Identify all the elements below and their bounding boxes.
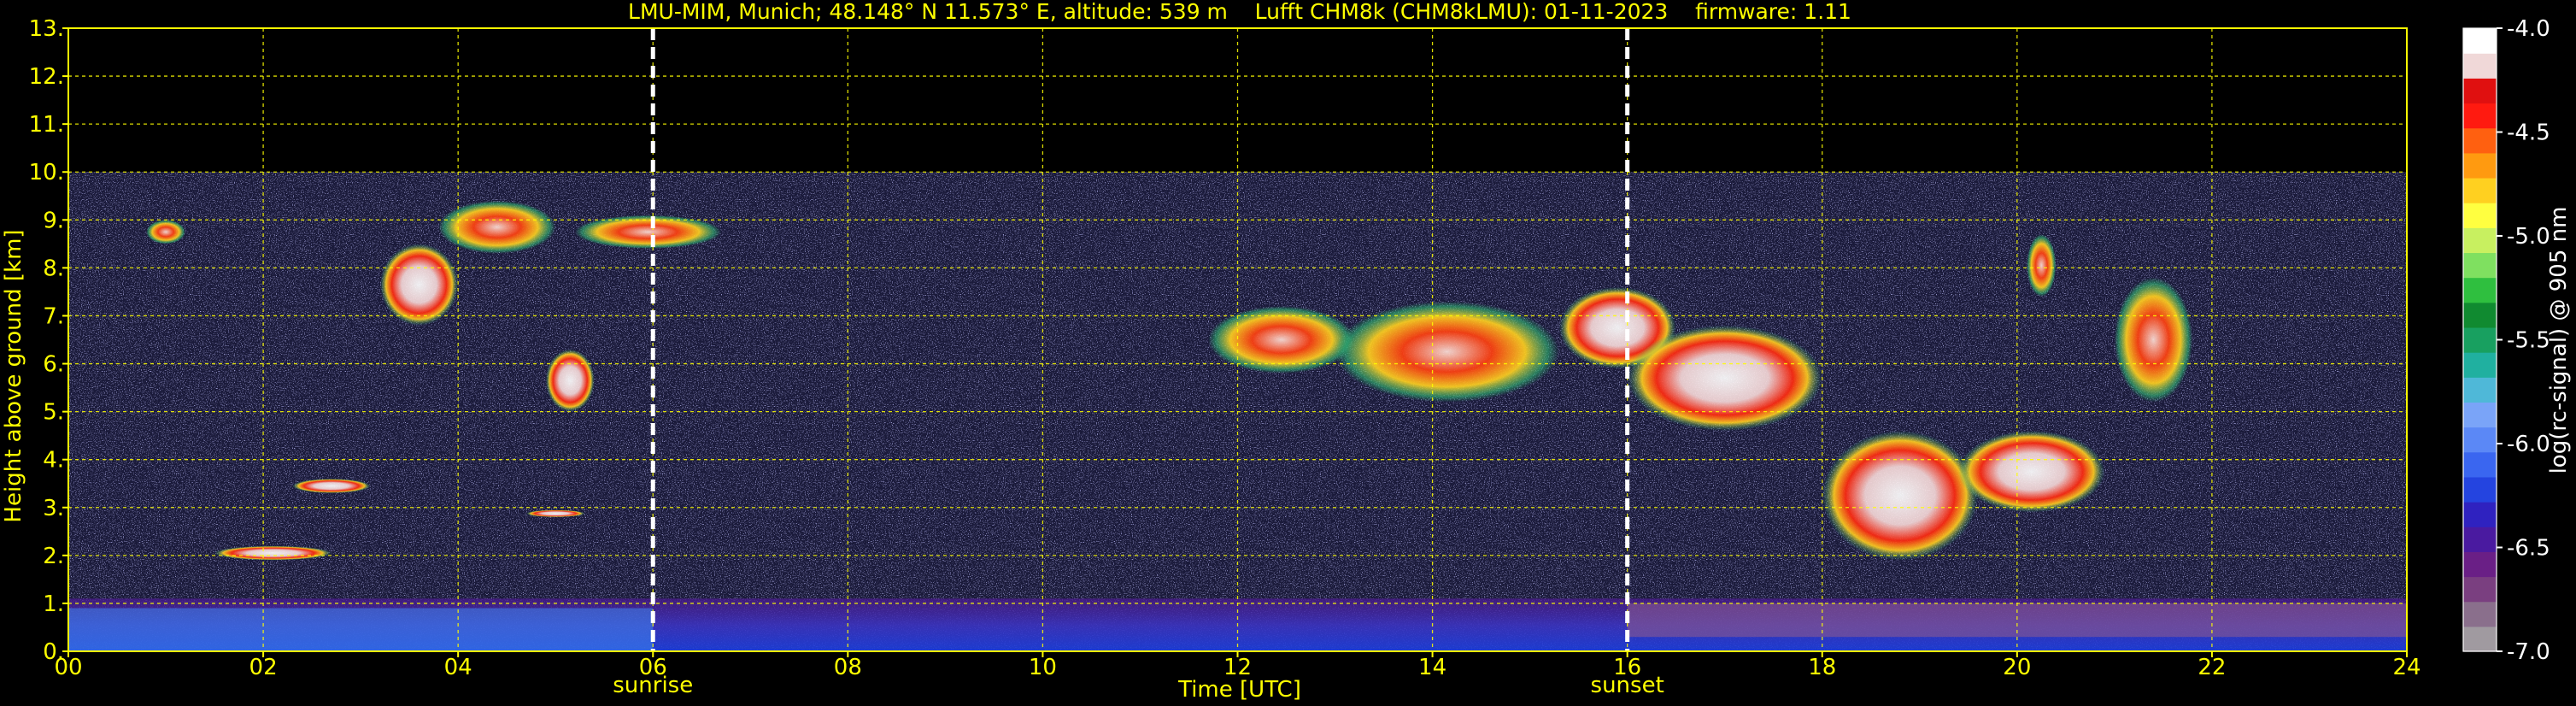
y-tick-label: 13. — [29, 16, 64, 42]
colorbar-segment — [2463, 302, 2497, 328]
colorbar-segment — [2463, 78, 2497, 104]
colorbar-segment — [2463, 527, 2497, 552]
x-axis-label: Time [UTC] — [1177, 677, 1301, 703]
colorbar-segment — [2463, 427, 2497, 453]
colorbar: -4.0 -4.5 -5.0 -5.5 -6.0 -6.5 -7.0 — [2462, 16, 2550, 665]
cloud-layer — [1335, 301, 1559, 403]
y-tick-label: 4. — [43, 448, 64, 474]
colorbar-segment — [2463, 103, 2497, 129]
x-tick-label: 16 — [1613, 655, 1641, 680]
colorbar-segment — [2463, 626, 2497, 652]
x-tick-label: 18 — [1808, 655, 1836, 680]
colorbar-segment — [2463, 551, 2497, 578]
cloud-layer — [379, 244, 459, 326]
y-tick-label: 6. — [43, 352, 64, 378]
colorbar-tick-label: -4.5 — [2507, 121, 2550, 146]
colorbar-segment — [2463, 576, 2497, 603]
y-tick-label: 9. — [43, 208, 64, 233]
colorbar-segment — [2463, 127, 2497, 154]
y-axis-label: Height above ground [km] — [1, 229, 26, 522]
x-tick-label: 02 — [249, 655, 278, 680]
chart-title: LMU-MIM, Munich; 48.148° N 11.573° E, al… — [628, 0, 1851, 24]
x-tick-label: 22 — [2198, 655, 2226, 680]
cloud-layer — [545, 349, 595, 412]
colorbar-label: log(rc-signal) @ 905 nm — [2546, 207, 2572, 474]
y-tick-label: 5. — [43, 400, 64, 426]
colorbar-tick-label: -5.0 — [2507, 224, 2550, 250]
colorbar-segment — [2463, 601, 2497, 627]
cloud-layer — [2114, 277, 2193, 403]
colorbar-tick-label: -4.0 — [2507, 16, 2550, 42]
y-tick-label: 2. — [43, 544, 64, 569]
cloud-layer — [292, 479, 371, 493]
y-tick-label: 7. — [43, 303, 64, 329]
colorbar-tick-label: -6.0 — [2507, 432, 2550, 457]
colorbar-segment — [2463, 152, 2497, 179]
colorbar-tick-label: -7.0 — [2507, 639, 2550, 665]
cloud-layer — [1822, 431, 1979, 561]
y-tick-label: 12. — [29, 64, 64, 90]
cloud-layer — [2027, 234, 2057, 297]
colorbar-segment — [2463, 277, 2497, 303]
colorbar-segment — [2463, 352, 2497, 378]
cloud-layer — [146, 220, 185, 244]
cloud-layer — [214, 545, 332, 561]
colorbar-segment — [2463, 327, 2497, 353]
colorbar-tick-label: -6.5 — [2507, 536, 2550, 562]
colorbar-segment — [2463, 451, 2497, 478]
y-tick-label: 11. — [29, 112, 64, 138]
colorbar-segment — [2463, 502, 2497, 527]
colorbar-tick-label: -5.5 — [2507, 328, 2550, 354]
cloud-layer — [1627, 325, 1822, 432]
x-tick-label: 06 — [639, 655, 667, 680]
colorbar-segment — [2463, 377, 2497, 403]
colorbar-segment — [2463, 203, 2497, 228]
colorbar-segment — [2463, 252, 2497, 279]
y-tick-label: 0. — [43, 639, 64, 665]
colorbar-segment — [2463, 476, 2497, 503]
y-tick-label: 8. — [43, 256, 64, 281]
y-tick-label: 10. — [29, 160, 64, 185]
colorbar-segment — [2463, 53, 2497, 79]
x-tick-label: 24 — [2392, 655, 2421, 680]
colorbar-segment — [2463, 177, 2497, 203]
colorbar-segment — [2463, 402, 2497, 428]
x-tick-label: 20 — [2003, 655, 2031, 680]
cloud-layer — [525, 509, 585, 517]
cloud-layer — [438, 200, 556, 254]
x-tick-label: 08 — [834, 655, 862, 680]
x-tick-label: 14 — [1418, 655, 1446, 680]
colorbar-segment — [2463, 227, 2497, 254]
cloud-layer — [1958, 431, 2105, 513]
aerosol-layer-morning — [68, 608, 654, 651]
colorbar-segment — [2463, 28, 2497, 54]
ceilometer-chart: sunrise sunset 00 02 04 06 08 10 12 14 16 18 20 22 24… — [1, 0, 2572, 703]
y-tick-label: 3. — [43, 496, 64, 521]
x-tick-label: 10 — [1029, 655, 1057, 680]
x-tick-label: 04 — [444, 655, 472, 680]
y-tick-label: 1. — [43, 591, 64, 617]
